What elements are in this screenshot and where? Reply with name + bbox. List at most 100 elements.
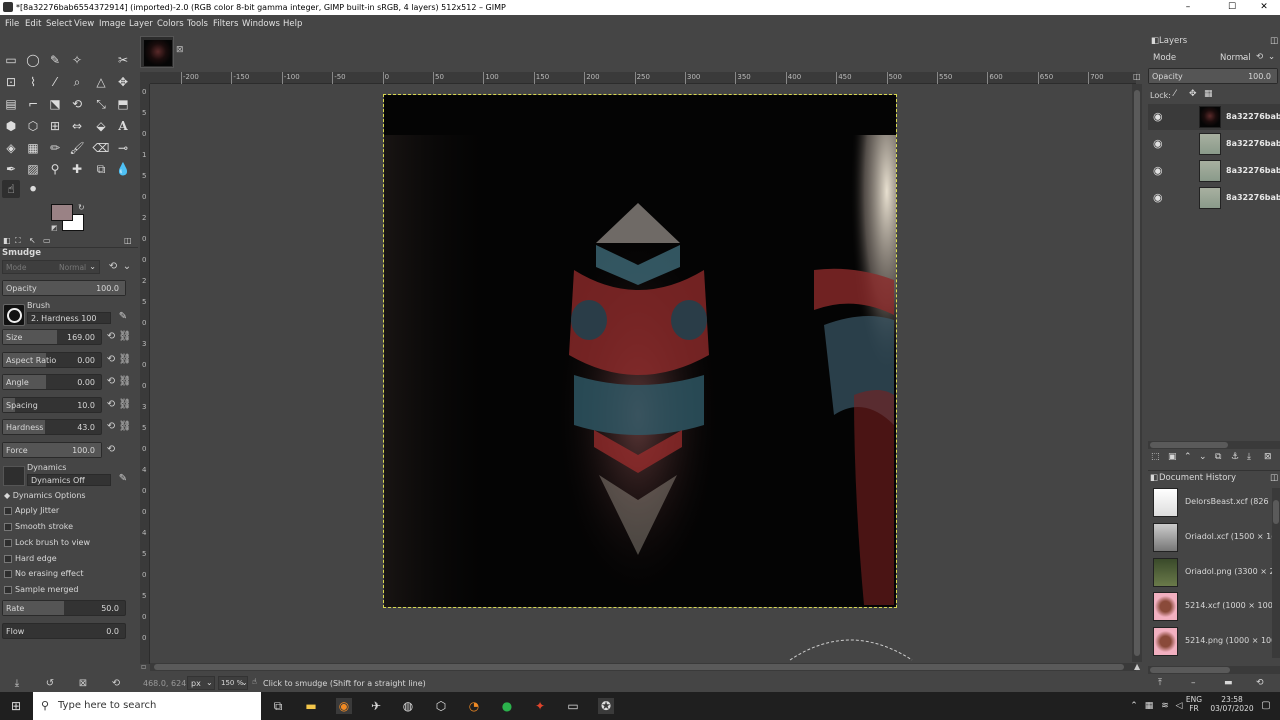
history-item[interactable]: Oriadol.png (3300 × 2 <box>1148 556 1280 590</box>
airbrush-icon[interactable]: ⊸ <box>114 139 132 157</box>
text-icon[interactable]: A <box>114 117 132 135</box>
menu-edit[interactable]: Edit <box>25 19 41 29</box>
menu-image[interactable]: Image <box>99 19 126 29</box>
vertical-scrollbar[interactable] <box>1132 84 1142 662</box>
language-indicator[interactable]: ENG FR <box>1180 695 1208 719</box>
free-select-icon[interactable]: ✎ <box>46 51 64 69</box>
force-slider[interactable]: Force 100.0 <box>2 442 102 458</box>
clock[interactable]: 23:58 03/07/2020 <box>1208 695 1256 719</box>
brush-preview[interactable] <box>3 304 25 326</box>
unit-dropdown[interactable]: px ⌄ <box>187 676 215 690</box>
link-angle-icon[interactable]: ⛓ <box>118 375 132 389</box>
chevron-down-icon[interactable]: ⌄ <box>1268 52 1275 62</box>
zoom-corner-icon[interactable]: ▲ <box>1134 662 1140 671</box>
clone-icon[interactable]: ⚲ <box>46 160 64 178</box>
handle-transform-icon[interactable]: ⊞ <box>46 117 64 135</box>
minimize-button[interactable]: – <box>1168 1 1208 14</box>
hardness-slider[interactable]: Hardness 43.0 <box>2 419 102 435</box>
clear-history-icon[interactable]: ▬ <box>1224 678 1233 688</box>
blur-icon[interactable]: 💧 <box>114 160 132 178</box>
tool-options-tab-icon[interactable]: ◧ <box>3 236 11 245</box>
taskbar-search[interactable]: ⚲ Type here to search <box>33 692 261 720</box>
link-size-icon[interactable]: ⛓ <box>118 330 132 344</box>
fill-icon[interactable]: ⬙ <box>92 117 110 135</box>
close-button[interactable]: ✕ <box>1244 1 1280 14</box>
ellipse-select-icon[interactable]: ◯ <box>24 51 42 69</box>
paths-icon[interactable]: ⌇ <box>24 73 42 91</box>
rotate-icon[interactable]: ⟲ <box>68 95 86 113</box>
dodge-burn-icon[interactable]: ⚫ <box>24 180 42 198</box>
edit-brush-icon[interactable]: ✎ <box>116 310 130 324</box>
green-app-icon[interactable]: ● <box>499 698 515 714</box>
sample-merged-checkbox[interactable] <box>4 586 12 594</box>
layer-row[interactable]: ◉ 8a32276bab <box>1148 131 1280 157</box>
vertical-ruler[interactable]: 0 5 0 1 5 0 2 0 0 2 5 0 3 0 0 3 5 0 4 0 0 4 5 0 5 0 0 <box>140 84 150 664</box>
reset-mode-icon[interactable]: ⟲ <box>106 260 120 274</box>
network-icon[interactable]: ▦ <box>1141 698 1157 714</box>
restore-options-icon[interactable]: ↺ <box>43 677 57 691</box>
menu-layer[interactable]: Layer <box>129 19 153 29</box>
link-aspect-icon[interactable]: ⛓ <box>118 353 132 367</box>
panel-menu-icon[interactable]: ◫ <box>1270 473 1278 483</box>
opacity-slider[interactable]: Opacity 100.0 <box>2 280 126 296</box>
close-tab-icon[interactable]: ⊠ <box>176 45 184 55</box>
zoom-dropdown[interactable]: 150 % ⌄ <box>218 676 248 690</box>
pencil-icon[interactable]: ✏ <box>46 139 64 157</box>
lock-pixels-icon[interactable]: ⁄ <box>1174 89 1176 99</box>
panel-menu-icon[interactable]: ◫ <box>124 236 132 245</box>
perspective-clone-icon[interactable]: ⧉ <box>92 160 110 178</box>
foreground-color-swatch-top[interactable] <box>51 204 73 221</box>
reset-mode-icon[interactable]: ⟲ <box>1256 52 1263 62</box>
menu-filters[interactable]: Filters <box>213 19 238 29</box>
gimp-taskbar-icon[interactable]: ✪ <box>598 698 614 714</box>
horizontal-scrollbar[interactable] <box>150 663 1136 671</box>
aspect-ratio-slider[interactable]: Aspect Ratio 0.00 <box>2 352 102 368</box>
history-hscroll[interactable] <box>1148 666 1280 674</box>
ink-icon[interactable]: ✒ <box>2 160 20 178</box>
flow-slider[interactable]: Flow 0.0 <box>2 623 126 639</box>
eye-icon[interactable]: ◉ <box>1153 164 1163 177</box>
link-hardness-icon[interactable]: ⛓ <box>118 420 132 434</box>
show-hidden-icons-icon[interactable]: ⌃ <box>1126 698 1142 714</box>
quick-mask-icon[interactable]: ▫ <box>141 662 146 671</box>
move-icon[interactable]: ✥ <box>114 73 132 91</box>
delete-layer-icon[interactable]: ⊠ <box>1264 452 1272 462</box>
crop-icon[interactable]: ⊡ <box>2 73 20 91</box>
menu-file[interactable]: File <box>5 19 19 29</box>
lock-brush-checkbox[interactable] <box>4 539 12 547</box>
eraser-icon[interactable]: ⌫ <box>92 139 110 157</box>
remove-entry-icon[interactable]: – <box>1191 678 1196 688</box>
red-app-icon[interactable]: ✦ <box>532 698 548 714</box>
file-explorer-icon[interactable]: ▬ <box>303 698 319 714</box>
edit-dynamics-icon[interactable]: ✎ <box>116 472 130 486</box>
layer-mode-row[interactable]: Mode Normal ⌄ ⟲ ⌄ <box>1150 50 1278 64</box>
new-layer-icon[interactable]: ▣ <box>1168 452 1177 462</box>
layer-row[interactable]: ◉ 8a32276bab <box>1148 158 1280 184</box>
layer-row[interactable]: ◉ 8a32276bab <box>1148 104 1280 130</box>
measure-icon[interactable]: △ <box>92 73 110 91</box>
eye-icon[interactable]: ◉ <box>1153 110 1163 123</box>
gradient-icon[interactable]: ▦ <box>24 139 42 157</box>
eye-icon[interactable]: ◉ <box>1153 191 1163 204</box>
image-canvas[interactable] <box>383 94 897 608</box>
link-spacing-icon[interactable]: ⛓ <box>118 398 132 412</box>
lock-position-icon[interactable]: ✥ <box>1189 89 1197 99</box>
scissors-icon[interactable]: ✂ <box>114 51 132 69</box>
blender-icon[interactable]: ◔ <box>466 698 482 714</box>
app-icon[interactable]: ✈ <box>368 698 384 714</box>
perspective-icon[interactable]: ⬒ <box>114 95 132 113</box>
layers-hscroll[interactable] <box>1148 441 1280 449</box>
history-item[interactable]: 5214.xcf (1000 × 1000 <box>1148 590 1280 624</box>
device-status-tab-icon[interactable]: ⛶ <box>15 236 21 246</box>
layers-tab[interactable]: ◧ Layers ◫ <box>1148 34 1280 48</box>
unified-transform-icon[interactable]: ⬔ <box>46 95 64 113</box>
reset-aspect-icon[interactable]: ⟲ <box>104 353 118 367</box>
task-view-icon[interactable]: ⧉ <box>270 698 286 714</box>
layer-opacity-slider[interactable]: Opacity 100.0 <box>1148 68 1278 84</box>
apply-jitter-checkbox[interactable] <box>4 507 12 515</box>
windows-start-icon[interactable]: ⊞ <box>8 698 24 714</box>
media-app-icon[interactable]: ▭ <box>565 698 581 714</box>
history-vscroll[interactable] <box>1272 488 1280 658</box>
bucket-fill-icon[interactable]: ◈ <box>2 139 20 157</box>
horizontal-ruler[interactable]: -200 -150 -100 -50 0 50 100 150 200 250 300 350 400 4… <box>150 72 1136 84</box>
